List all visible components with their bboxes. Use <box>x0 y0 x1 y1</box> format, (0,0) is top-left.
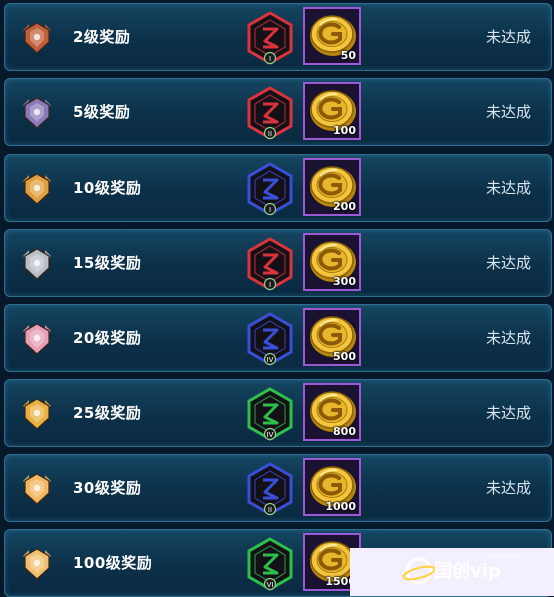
gold-coin-reward[interactable]: 50 <box>303 7 361 65</box>
reward-level-label: 15级奖励 <box>73 254 142 272</box>
coin-amount: 800 <box>333 425 356 438</box>
rune-icon: II <box>247 86 293 140</box>
reward-level-label: 25级奖励 <box>73 404 142 422</box>
reward-status: 未达成 <box>485 254 531 272</box>
gold-coin-reward[interactable]: 200 <box>303 158 361 216</box>
reward-status: 未达成 <box>485 28 531 46</box>
rune-icon: IV <box>247 387 293 441</box>
reward-row[interactable]: 10级奖励 I 200 未达成 <box>4 154 552 222</box>
rank-badge-icon <box>23 398 51 430</box>
rune-icon: II <box>247 462 293 516</box>
svg-text:IV: IV <box>267 431 274 439</box>
gold-coin-reward[interactable]: 300 <box>303 233 361 291</box>
svg-text:I: I <box>269 206 271 214</box>
reward-level-label: 100级奖励 <box>73 554 153 572</box>
watermark: 国创vip GUOCHUANGVIP <box>350 548 554 596</box>
svg-text:II: II <box>268 506 272 514</box>
coin-amount: 500 <box>333 350 356 363</box>
reward-level-label: 5级奖励 <box>73 103 131 121</box>
reward-row[interactable]: 30级奖励 II 1000 未达成 <box>4 454 552 522</box>
reward-level-label: 10级奖励 <box>73 179 142 197</box>
svg-text:I: I <box>269 55 271 63</box>
rank-badge-icon <box>23 97 51 129</box>
coin-amount: 200 <box>333 200 356 213</box>
rune-icon: I <box>247 237 293 291</box>
reward-row[interactable]: 15级奖励 I 300 未达成 <box>4 229 552 297</box>
coin-amount: 100 <box>333 124 356 137</box>
svg-text:VI: VI <box>267 581 274 589</box>
rune-icon: VI <box>247 537 293 591</box>
rune-icon: I <box>247 162 293 216</box>
planet-logo-icon <box>402 557 436 585</box>
gold-coin-reward[interactable]: 800 <box>303 383 361 441</box>
rune-icon: IV <box>247 312 293 366</box>
rank-badge-icon <box>23 22 51 54</box>
watermark-small-text: GUOCHUANGVIP <box>488 554 522 559</box>
reward-status: 未达成 <box>485 103 531 121</box>
reward-level-label: 20级奖励 <box>73 329 142 347</box>
gold-coin-reward[interactable]: 1000 <box>303 458 361 516</box>
reward-status: 未达成 <box>485 479 531 497</box>
rank-badge-icon <box>23 173 51 205</box>
reward-level-label: 2级奖励 <box>73 28 131 46</box>
svg-text:I: I <box>269 281 271 289</box>
svg-text:II: II <box>268 130 272 138</box>
reward-status: 未达成 <box>485 179 531 197</box>
reward-row[interactable]: 2级奖励 I 50 未达成 <box>4 3 552 71</box>
watermark-text: 国创vip <box>434 561 501 582</box>
rank-badge-icon <box>23 473 51 505</box>
coin-amount: 50 <box>340 49 356 62</box>
rank-badge-icon <box>23 248 51 280</box>
reward-row[interactable]: 20级奖励 IV 500 未达成 <box>4 304 552 372</box>
reward-status: 未达成 <box>485 404 531 422</box>
rank-badge-icon <box>23 323 51 355</box>
coin-amount: 1000 <box>325 500 356 513</box>
reward-status: 未达成 <box>485 329 531 347</box>
reward-row[interactable]: 5级奖励 II 100 未达成 <box>4 78 552 146</box>
coin-amount: 300 <box>333 275 356 288</box>
reward-row[interactable]: 25级奖励 IV 800 未达成 <box>4 379 552 447</box>
rank-badge-icon <box>23 548 51 580</box>
reward-level-label: 30级奖励 <box>73 479 142 497</box>
gold-coin-reward[interactable]: 500 <box>303 308 361 366</box>
rune-icon: I <box>247 11 293 65</box>
svg-text:IV: IV <box>267 356 274 364</box>
gold-coin-reward[interactable]: 100 <box>303 82 361 140</box>
